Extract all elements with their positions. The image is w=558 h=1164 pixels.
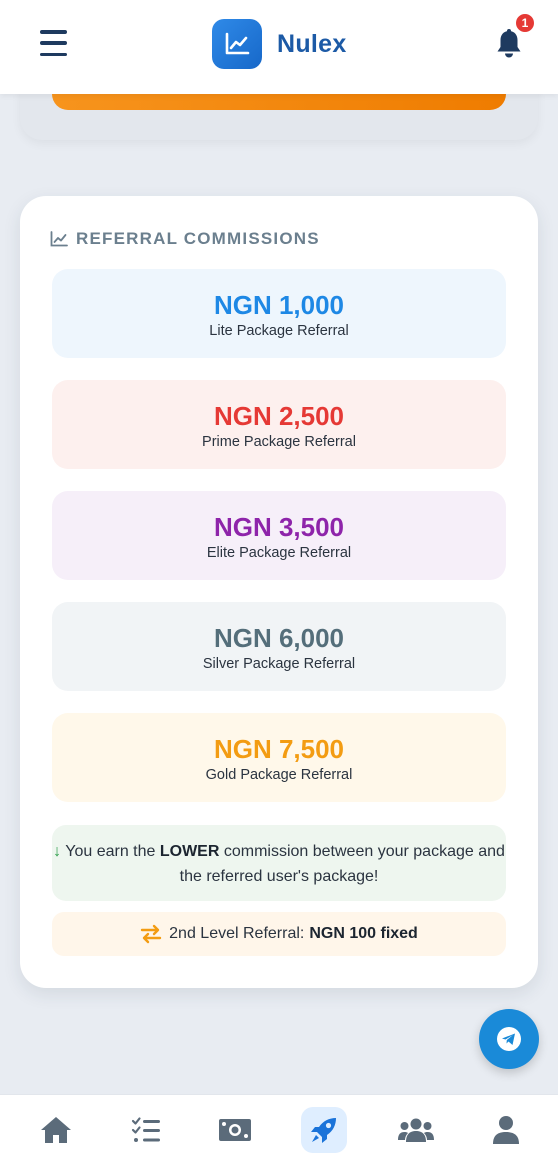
- level2-label: 2nd Level Referral:: [169, 925, 305, 942]
- nav-home[interactable]: [33, 1107, 79, 1153]
- profile-icon: [493, 1116, 519, 1144]
- package-prime: NGN 2,500 Prime Package Referral: [52, 380, 506, 469]
- brand[interactable]: Nulex: [212, 19, 347, 69]
- nav-boost[interactable]: [301, 1107, 347, 1153]
- package-amount: NGN 3,500: [213, 511, 345, 542]
- money-icon: [219, 1119, 251, 1141]
- notification-badge: 1: [514, 12, 536, 34]
- telegram-button[interactable]: [479, 1009, 539, 1069]
- package-amount: NGN 6,000: [213, 622, 345, 653]
- nav-team[interactable]: [393, 1107, 439, 1153]
- package-amount: NGN 1,000: [213, 289, 345, 320]
- chart-line-logo-icon: [212, 19, 262, 69]
- app-name: Nulex: [277, 29, 347, 58]
- commission-note: ↓ You earn the LOWER commission between …: [52, 825, 506, 901]
- arrow-down-icon: ↓: [53, 843, 62, 860]
- note-suffix: commission between your package and the …: [179, 843, 505, 885]
- package-label: Gold Package Referral: [205, 766, 353, 783]
- package-label: Silver Package Referral: [202, 655, 356, 672]
- package-amount: NGN 7,500: [213, 733, 345, 764]
- nav-tasks[interactable]: [123, 1107, 169, 1153]
- note-prefix: You earn the: [65, 843, 160, 860]
- second-level-referral: 2nd Level Referral: NGN 100 fixed: [52, 912, 506, 956]
- bottom-navigation: [0, 1094, 558, 1164]
- tasks-icon: [131, 1117, 160, 1142]
- package-label: Elite Package Referral: [206, 544, 352, 561]
- package-label: Lite Package Referral: [209, 322, 349, 339]
- hamburger-menu-icon[interactable]: [40, 30, 67, 56]
- card-title-text: REFERRAL COMMISSIONS: [76, 229, 320, 248]
- users-icon: [398, 1118, 434, 1142]
- package-label: Prime Package Referral: [202, 433, 356, 450]
- top-header: Nulex 1: [0, 0, 558, 94]
- package-amount: NGN 2,500: [213, 400, 345, 431]
- rocket-icon: [311, 1118, 336, 1143]
- package-gold: NGN 7,500 Gold Package Referral: [52, 713, 506, 802]
- exchange-arrows-icon: [140, 924, 162, 944]
- nav-profile[interactable]: [483, 1107, 529, 1153]
- telegram-icon: [497, 1027, 521, 1051]
- home-icon: [41, 1117, 71, 1143]
- package-lite: NGN 1,000 Lite Package Referral: [52, 269, 506, 358]
- level2-value: NGN 100 fixed: [309, 925, 418, 942]
- package-elite: NGN 3,500 Elite Package Referral: [52, 491, 506, 580]
- note-bold: LOWER: [159, 843, 220, 860]
- chart-line-icon: [50, 231, 68, 247]
- nav-money[interactable]: [212, 1107, 258, 1153]
- package-silver: NGN 6,000 Silver Package Referral: [52, 602, 506, 691]
- card-title: REFERRAL COMMISSIONS: [50, 229, 320, 249]
